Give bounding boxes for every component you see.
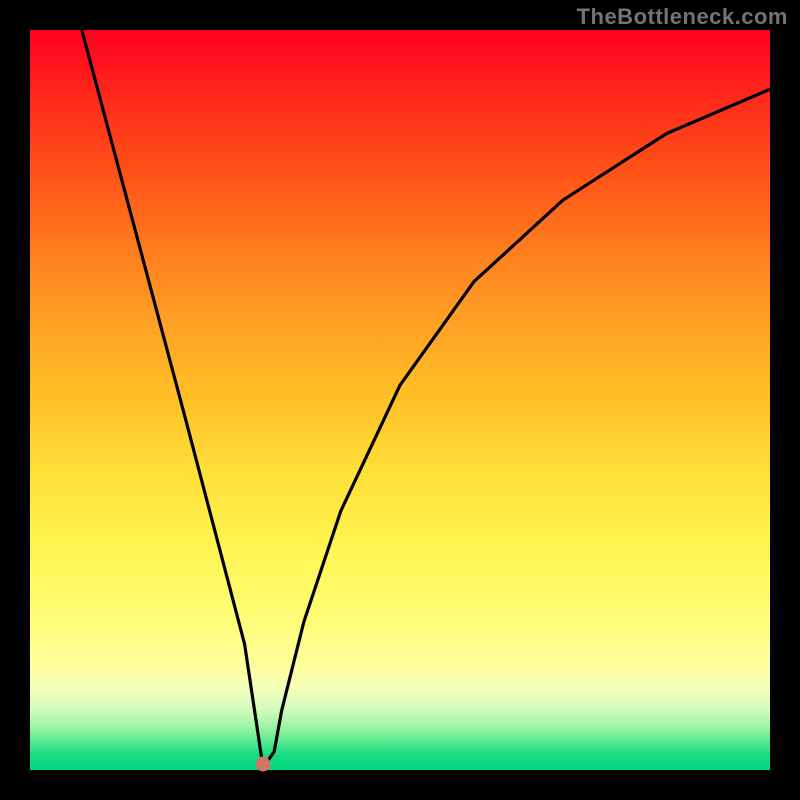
watermark-text: TheBottleneck.com <box>577 4 788 30</box>
chart-frame: TheBottleneck.com <box>0 0 800 800</box>
plot-area <box>30 30 770 770</box>
curve-svg <box>30 30 770 770</box>
optimal-point-marker <box>256 757 271 772</box>
bottleneck-curve-path <box>82 30 770 768</box>
